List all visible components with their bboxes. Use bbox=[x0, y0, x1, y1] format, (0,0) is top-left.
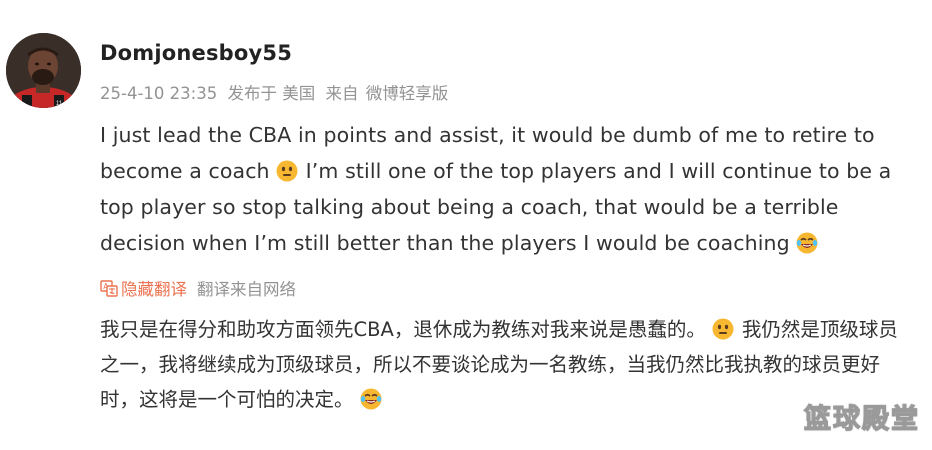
translated-text-part1: 我只是在得分和助攻方面领先CBA，退休成为教练对我来说是愚蠢的。 bbox=[100, 318, 706, 341]
post-translated-text: 我只是在得分和助攻方面领先CBA，退休成为教练对我来说是愚蠢的。 我仍然是顶级球… bbox=[100, 312, 915, 417]
source-label: 来自 bbox=[325, 84, 359, 103]
post-meta: 25-4-10 23:35 发布于 美国 来自 微博轻享版 bbox=[100, 80, 448, 104]
post-timestamp: 25-4-10 23:35 bbox=[100, 84, 218, 103]
source-link[interactable]: 微博轻享版 bbox=[366, 84, 449, 103]
avatar-photo: 11 bbox=[6, 33, 81, 108]
translation-bar: A 隐藏翻译 翻译来自网络 bbox=[100, 276, 296, 300]
translate-icon: A bbox=[100, 280, 118, 297]
post-location: 发布于 美国 bbox=[227, 84, 316, 103]
watermark: 篮球殿堂 bbox=[803, 403, 920, 435]
translation-source-note: 翻译来自网络 bbox=[197, 280, 296, 299]
awkward-face-emoji-icon bbox=[276, 160, 298, 182]
weibo-post: 11 Domjonesboy55 25-4-10 23:35 发布于 美国 来自… bbox=[0, 0, 932, 450]
hide-translation-label: 隐藏翻译 bbox=[121, 280, 187, 299]
post-original-text: I just lead the CBA in points and assist… bbox=[100, 117, 915, 261]
laughing-tears-emoji-icon bbox=[796, 232, 818, 254]
laughing-tears-emoji-icon bbox=[360, 388, 382, 410]
hide-translation-button[interactable]: A 隐藏翻译 bbox=[100, 276, 187, 300]
awkward-face-emoji-icon bbox=[712, 318, 734, 340]
svg-text:11: 11 bbox=[56, 101, 63, 107]
username[interactable]: Domjonesboy55 bbox=[100, 41, 292, 65]
avatar[interactable]: 11 bbox=[6, 33, 81, 108]
